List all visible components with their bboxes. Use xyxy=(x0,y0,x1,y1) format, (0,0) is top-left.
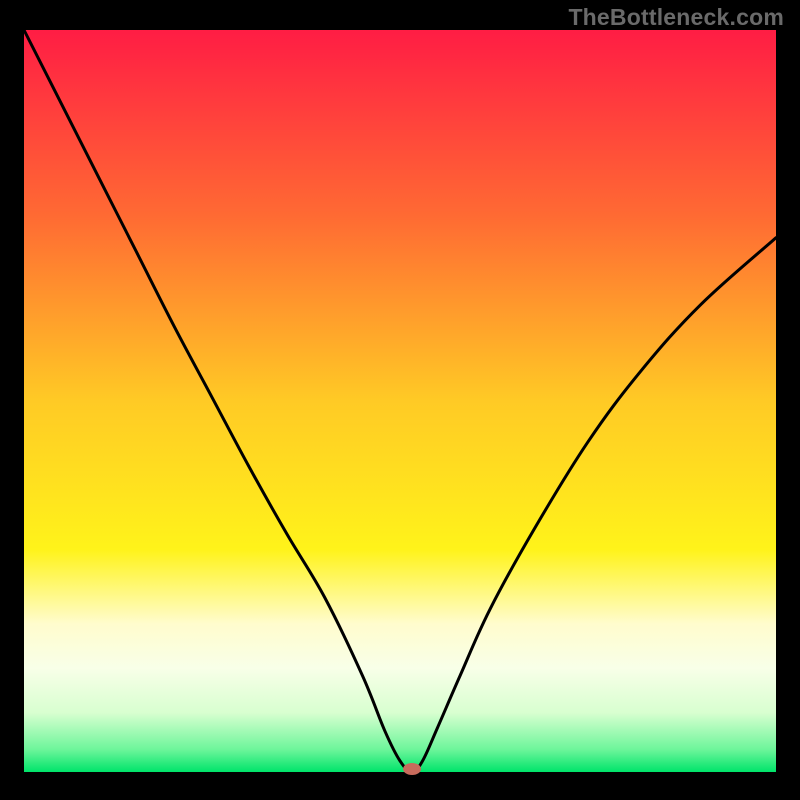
chart-frame: { "watermark": "TheBottleneck.com", "cha… xyxy=(0,0,800,800)
bottleneck-chart xyxy=(0,0,800,800)
plot-background xyxy=(24,30,776,772)
minimum-marker xyxy=(403,763,421,775)
watermark-text: TheBottleneck.com xyxy=(568,4,784,31)
